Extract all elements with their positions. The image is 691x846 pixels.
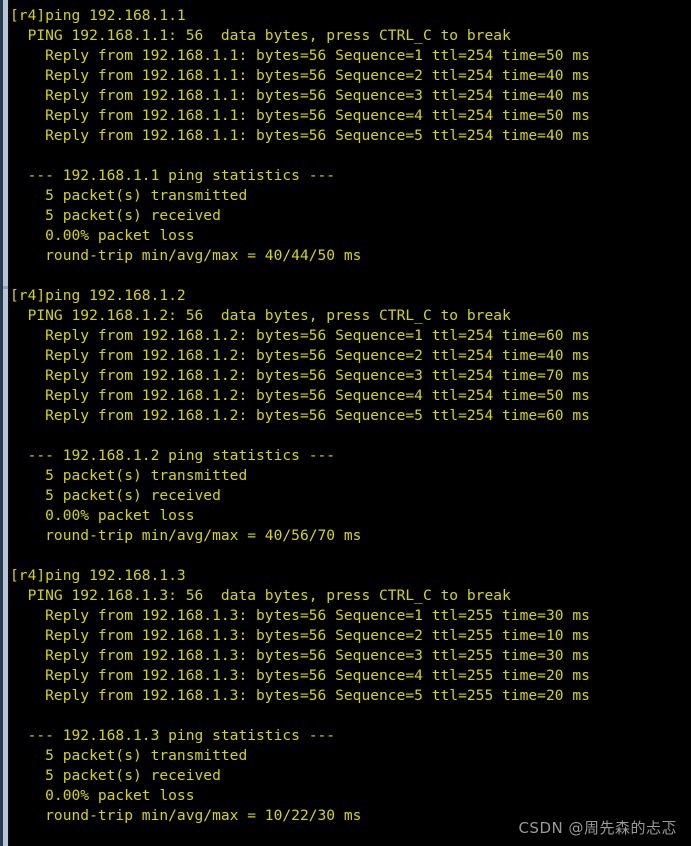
terminal-line: 0.00% packet loss <box>10 507 195 524</box>
terminal-line: 5 packet(s) transmitted <box>10 467 248 484</box>
terminal-line: Reply from 192.168.1.1: bytes=56 Sequenc… <box>10 87 590 104</box>
terminal-line: 5 packet(s) transmitted <box>10 747 248 764</box>
terminal-line: 5 packet(s) received <box>10 767 221 784</box>
terminal-line: Reply from 192.168.1.3: bytes=56 Sequenc… <box>10 627 590 644</box>
console-output[interactable]: [r4]ping 192.168.1.1 PING 192.168.1.1: 5… <box>10 0 691 846</box>
terminal-line: [r4]ping 192.168.1.1 <box>10 7 186 24</box>
terminal-line: Reply from 192.168.1.2: bytes=56 Sequenc… <box>10 387 590 404</box>
terminal-line: --- 192.168.1.2 ping statistics --- <box>10 447 336 464</box>
terminal-line: Reply from 192.168.1.2: bytes=56 Sequenc… <box>10 407 590 424</box>
terminal-line: [r4]ping 192.168.1.3 <box>10 567 186 584</box>
csdn-watermark: CSDN @周先森的忐忑 <box>518 819 677 837</box>
terminal-line: Reply from 192.168.1.2: bytes=56 Sequenc… <box>10 327 590 344</box>
terminal-line: [r4]ping 192.168.1.2 <box>10 287 186 304</box>
terminal-line: Reply from 192.168.1.1: bytes=56 Sequenc… <box>10 47 590 64</box>
terminal-line: Reply from 192.168.1.1: bytes=56 Sequenc… <box>10 107 590 124</box>
terminal-line: Reply from 192.168.1.3: bytes=56 Sequenc… <box>10 607 590 624</box>
terminal-line: 0.00% packet loss <box>10 227 195 244</box>
terminal-line: 0.00% packet loss <box>10 787 195 804</box>
terminal-window: [r4]ping 192.168.1.1 PING 192.168.1.1: 5… <box>0 0 691 846</box>
terminal-line: Reply from 192.168.1.1: bytes=56 Sequenc… <box>10 127 590 144</box>
terminal-line: round-trip min/avg/max = 40/44/50 ms <box>10 247 362 264</box>
terminal-line: 5 packet(s) transmitted <box>10 187 248 204</box>
terminal-line: Reply from 192.168.1.3: bytes=56 Sequenc… <box>10 687 590 704</box>
terminal-line: Reply from 192.168.1.1: bytes=56 Sequenc… <box>10 67 590 84</box>
terminal-line: Reply from 192.168.1.2: bytes=56 Sequenc… <box>10 367 590 384</box>
terminal-line: PING 192.168.1.1: 56 data bytes, press C… <box>10 27 511 44</box>
terminal-line: PING 192.168.1.3: 56 data bytes, press C… <box>10 587 511 604</box>
terminal-line: Reply from 192.168.1.3: bytes=56 Sequenc… <box>10 667 590 684</box>
terminal-line: Reply from 192.168.1.2: bytes=56 Sequenc… <box>10 347 590 364</box>
terminal-line: round-trip min/avg/max = 40/56/70 ms <box>10 527 362 544</box>
terminal-line: 5 packet(s) received <box>10 207 221 224</box>
terminal-line: PING 192.168.1.2: 56 data bytes, press C… <box>10 307 511 324</box>
terminal-line: --- 192.168.1.1 ping statistics --- <box>10 167 336 184</box>
terminal-line: 5 packet(s) received <box>10 487 221 504</box>
terminal-line: --- 192.168.1.3 ping statistics --- <box>10 727 336 744</box>
terminal-line: Reply from 192.168.1.3: bytes=56 Sequenc… <box>10 647 590 664</box>
